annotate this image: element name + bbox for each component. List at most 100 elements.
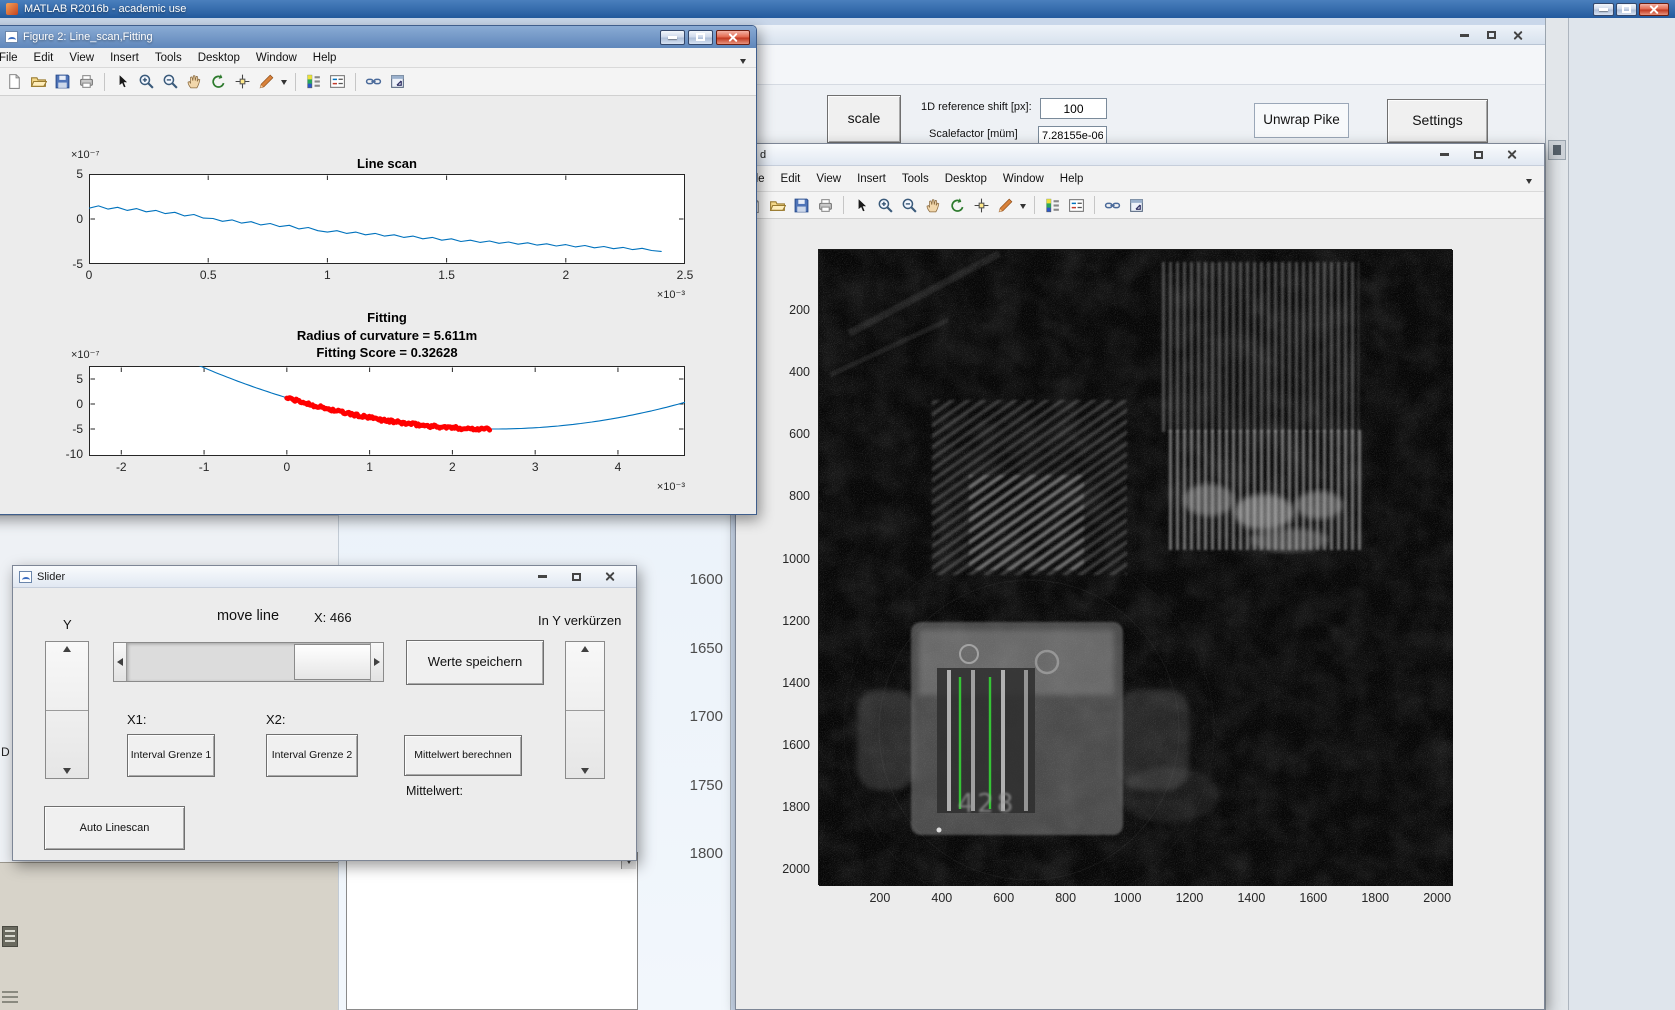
save-button[interactable] (53, 72, 72, 91)
ref-shift-input[interactable] (1040, 98, 1107, 119)
slider-down-button[interactable] (566, 711, 604, 779)
image-y-tick-label: 400 (789, 365, 810, 380)
insert-colorbar-button[interactable] (304, 72, 323, 91)
matlab-main-titlebar[interactable]: MATLAB R2016b - academic use (0, 0, 1675, 18)
close-button[interactable] (1639, 2, 1669, 16)
cursor-arrow-button[interactable] (113, 72, 132, 91)
menu-overflow-caret[interactable] (740, 59, 746, 67)
fitting-plot[interactable] (89, 366, 685, 456)
settings-button[interactable]: Settings (1387, 99, 1488, 143)
background-minimize-button[interactable] (1452, 27, 1476, 43)
menu-item-insert[interactable]: Insert (849, 170, 894, 188)
save-values-button[interactable]: Werte speichern (406, 640, 544, 685)
menu-item-edit[interactable]: Edit (26, 49, 62, 67)
menu-item-tools[interactable]: Tools (894, 170, 937, 188)
y-slider-left[interactable] (45, 641, 89, 779)
slider-titlebar[interactable]: Slider (13, 566, 636, 588)
brush-dropdown-caret[interactable] (281, 80, 287, 88)
y-tick-label: -10 (65, 447, 83, 461)
zoom-out-button[interactable] (900, 196, 919, 215)
y-slider-right[interactable] (565, 641, 605, 779)
background-axis-tick-label: 1650 (689, 639, 723, 657)
brush-button[interactable] (257, 72, 276, 91)
unwrap-pike-button[interactable]: Unwrap Pike (1254, 103, 1349, 138)
minimize-button[interactable] (1593, 2, 1614, 16)
document-icon[interactable] (2, 926, 18, 947)
menu-item-insert[interactable]: Insert (102, 49, 147, 67)
docked-panel-button[interactable] (1548, 140, 1566, 160)
brush-button[interactable] (996, 196, 1015, 215)
menu-item-edit[interactable]: Edit (773, 170, 809, 188)
hologram-image[interactable]: 428 (819, 250, 1453, 886)
data-cursor-button[interactable] (972, 196, 991, 215)
insert-legend-button[interactable] (328, 72, 347, 91)
dock-figure-button[interactable] (388, 72, 407, 91)
data-cursor-button[interactable] (233, 72, 252, 91)
pan-hand-button[interactable] (185, 72, 204, 91)
menu-overflow-caret[interactable] (1526, 179, 1532, 187)
menu-item-tools[interactable]: Tools (147, 49, 190, 67)
new-document-button[interactable] (5, 72, 24, 91)
menu-item-help[interactable]: Help (1052, 170, 1092, 188)
right-figure-titlebar[interactable]: d (736, 144, 1544, 166)
menu-item-view[interactable]: View (61, 49, 102, 67)
maximize-button[interactable] (688, 29, 713, 45)
rotate-3d-button[interactable] (948, 196, 967, 215)
background-listbox[interactable] (346, 852, 638, 1010)
slider-right-arrow[interactable] (370, 643, 383, 681)
maximize-button[interactable] (1466, 147, 1490, 163)
rotate-3d-button[interactable] (209, 72, 228, 91)
interval-limit2-button[interactable]: Interval Grenze 2 (266, 734, 358, 777)
move-line-slider[interactable] (113, 642, 384, 682)
pan-hand-button[interactable] (924, 196, 943, 215)
scale-button[interactable]: scale (827, 95, 901, 143)
interval-limit1-button[interactable]: Interval Grenze 1 (127, 734, 215, 777)
menu-item-view[interactable]: View (808, 170, 849, 188)
background-close-button[interactable] (1506, 27, 1530, 43)
slider-left-arrow[interactable] (114, 643, 127, 681)
menu-item-file[interactable]: File (0, 49, 26, 67)
open-folder-button[interactable] (29, 72, 48, 91)
menu-item-window[interactable]: Window (248, 49, 305, 67)
insert-legend-button[interactable] (1067, 196, 1086, 215)
grip-icon[interactable] (2, 989, 18, 1005)
zoom-out-button[interactable] (161, 72, 180, 91)
close-button[interactable] (716, 29, 750, 45)
cursor-arrow-button[interactable] (852, 196, 871, 215)
link-plots-button[interactable] (364, 72, 383, 91)
maximize-button[interactable] (564, 569, 588, 585)
minimize-button[interactable] (1432, 147, 1456, 163)
print-button[interactable] (77, 72, 96, 91)
background-maximize-button[interactable] (1479, 27, 1503, 43)
minimize-button[interactable] (660, 29, 685, 45)
slider-thumb[interactable] (294, 644, 373, 680)
restore-button[interactable] (1616, 2, 1637, 16)
close-button[interactable] (598, 569, 622, 585)
close-button[interactable] (1500, 147, 1524, 163)
open-folder-button[interactable] (768, 196, 787, 215)
calculate-mean-button[interactable]: Mittelwert berechnen (404, 735, 522, 776)
x-tick-label: 0.5 (199, 268, 217, 282)
line-scan-plot[interactable] (89, 174, 685, 264)
brush-dropdown-caret[interactable] (1020, 203, 1026, 212)
dock-figure-button[interactable] (1127, 196, 1146, 215)
plot2-subtitle-score: Fitting Score = 0.32628 (316, 345, 458, 360)
link-plots-button[interactable] (1103, 196, 1122, 215)
save-button[interactable] (792, 196, 811, 215)
cursor-arrow-icon (114, 73, 131, 90)
menu-item-desktop[interactable]: Desktop (190, 49, 248, 67)
slider-up-button[interactable] (46, 642, 88, 711)
screen: MATLAB R2016b - academic use scale 1D re… (0, 0, 1675, 1010)
zoom-in-button[interactable] (876, 196, 895, 215)
auto-linescan-button[interactable]: Auto Linescan (44, 806, 185, 850)
menu-item-window[interactable]: Window (995, 170, 1052, 188)
zoom-in-button[interactable] (137, 72, 156, 91)
slider-down-button[interactable] (46, 711, 88, 779)
slider-up-button[interactable] (566, 642, 604, 711)
menu-item-help[interactable]: Help (305, 49, 345, 67)
figure2-titlebar[interactable]: Figure 2: Line_scan,Fitting (0, 26, 756, 48)
insert-colorbar-button[interactable] (1043, 196, 1062, 215)
menu-item-desktop[interactable]: Desktop (937, 170, 995, 188)
minimize-button[interactable] (530, 569, 554, 585)
print-button[interactable] (816, 196, 835, 215)
